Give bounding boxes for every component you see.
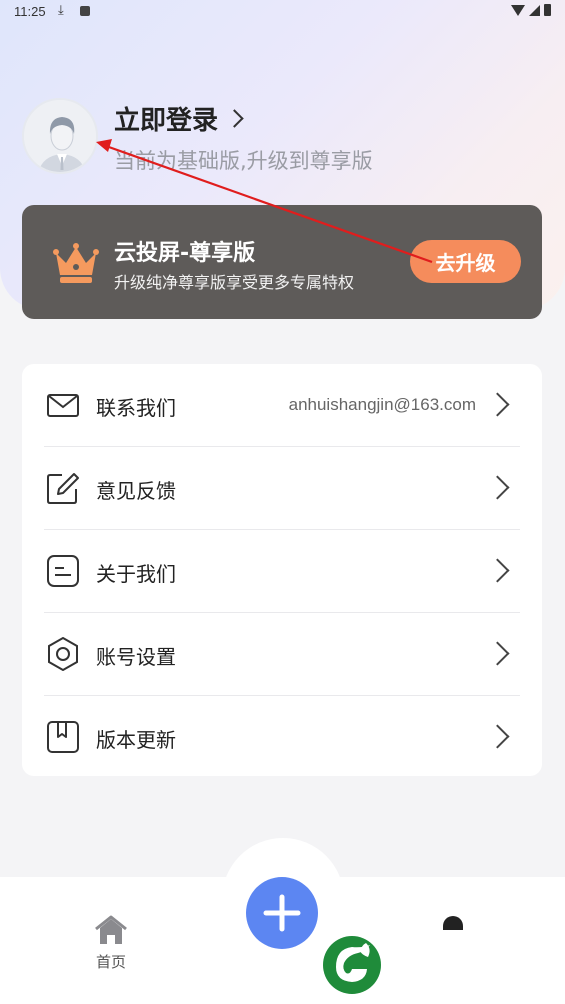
status-bar: 11:25 ⤓ xyxy=(0,0,565,24)
menu-item-about[interactable]: 关于我们 xyxy=(22,530,542,613)
upgrade-button[interactable]: 去升级 xyxy=(410,240,521,283)
vip-card[interactable]: 云投屏-尊享版 升级纯净尊享版享受更多专属特权 去升级 xyxy=(22,205,542,319)
tab-home-label: 首页 xyxy=(95,953,126,971)
chevron-right-icon xyxy=(485,641,510,666)
hexagon-settings-icon xyxy=(48,637,78,671)
login-subtitle: 当前为基础版,升级到尊享版 xyxy=(114,149,373,173)
wifi-icon xyxy=(511,4,525,16)
brand-logo-icon xyxy=(323,936,381,994)
chevron-right-icon xyxy=(485,392,510,417)
notification-icon xyxy=(80,6,90,16)
status-time: 11:25 xyxy=(14,4,46,19)
vip-subtitle: 升级纯净尊享版享受更多专属特权 xyxy=(114,273,355,292)
login-link[interactable]: 立即登录 xyxy=(114,100,244,137)
mail-icon xyxy=(47,394,79,417)
status-indicators xyxy=(511,4,551,16)
chevron-right-icon xyxy=(485,475,510,500)
menu-item-label: 版本更新 xyxy=(96,728,176,752)
menu-item-account-settings[interactable]: 账号设置 xyxy=(22,613,542,696)
battery-icon xyxy=(544,4,551,16)
plus-icon xyxy=(263,894,301,932)
bookmark-icon xyxy=(47,721,79,753)
crown-icon xyxy=(53,243,99,283)
tab-home[interactable]: 首页 xyxy=(84,915,138,972)
vip-title: 云投屏-尊享版 xyxy=(114,241,256,266)
signal-icon xyxy=(529,4,540,16)
menu-list: 联系我们 anhuishangjin@163.com 意见反馈 关于我们 账号设… xyxy=(22,364,542,776)
info-card-icon xyxy=(47,555,79,587)
edit-icon xyxy=(47,473,79,504)
menu-item-version-update[interactable]: 版本更新 xyxy=(22,696,542,779)
home-icon xyxy=(95,915,127,944)
tab-profile[interactable] xyxy=(443,916,463,930)
menu-item-label: 联系我们 xyxy=(96,396,176,420)
chevron-right-icon xyxy=(485,558,510,583)
chevron-right-icon xyxy=(225,109,244,128)
add-button[interactable] xyxy=(246,877,318,949)
avatar[interactable] xyxy=(22,98,98,174)
menu-item-feedback[interactable]: 意见反馈 xyxy=(22,447,542,530)
download-icon: ⤓ xyxy=(58,3,64,18)
menu-item-label: 意见反馈 xyxy=(96,479,176,503)
contact-email: anhuishangjin@163.com xyxy=(288,395,476,414)
menu-item-contact[interactable]: 联系我们 anhuishangjin@163.com xyxy=(22,364,542,447)
chevron-right-icon xyxy=(485,724,510,749)
menu-item-label: 账号设置 xyxy=(96,645,176,669)
menu-item-label: 关于我们 xyxy=(96,562,176,586)
login-title: 立即登录 xyxy=(114,106,219,136)
